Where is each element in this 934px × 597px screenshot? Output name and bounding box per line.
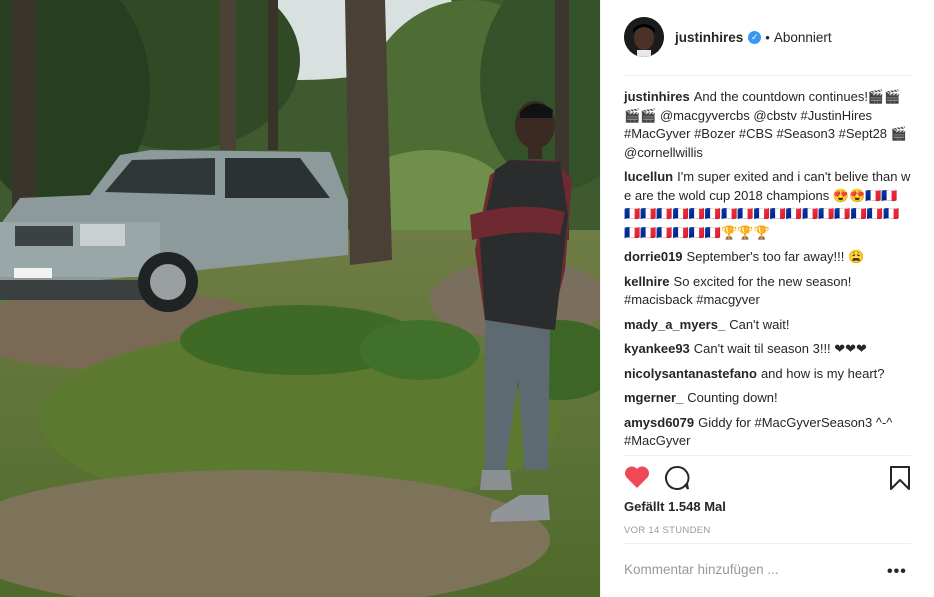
post-header: justinhires ✓ • Abonniert [624, 16, 914, 58]
comment-username[interactable]: justinhires [624, 89, 690, 104]
avatar[interactable] [624, 17, 664, 57]
comment-text: and how is my heart? [760, 365, 885, 381]
comment-username[interactable]: amysd6079 [624, 415, 694, 430]
likes-count[interactable]: Gefällt 1.548 Mal [624, 499, 726, 514]
divider [624, 455, 911, 456]
comment-username[interactable]: lucellun [624, 169, 673, 184]
list-item: lucellun I'm super exited and i can't bel… [624, 168, 912, 242]
comment-text: Can't wait! [729, 316, 790, 332]
list-item: kyankee93 Can't wait til season 3!!! ❤❤❤ [624, 340, 912, 359]
post-actions [624, 464, 912, 492]
comment-username[interactable]: nicolysantanastefano [624, 366, 757, 381]
post-username[interactable]: justinhires [675, 30, 743, 45]
post-photo[interactable] [0, 0, 600, 597]
divider [624, 543, 911, 544]
verified-icon: ✓ [748, 30, 762, 44]
heart-icon[interactable] [624, 465, 650, 494]
comment-input[interactable] [624, 560, 844, 579]
list-item: justinhires And the countdown continues!🎬… [624, 88, 912, 162]
more-options-icon[interactable]: ••• [887, 563, 907, 581]
comment-text: September's too far away!!! 😩 [686, 249, 865, 264]
comments-list: justinhires And the countdown continues!🎬… [624, 88, 912, 457]
comment-username[interactable]: mady_a_myers_ [624, 317, 725, 332]
post-timestamp: VOR 14 STUNDEN [624, 525, 711, 536]
comment-text: Counting down! [687, 390, 778, 405]
comment-username[interactable]: dorrie019 [624, 249, 683, 264]
separator-dot: • [765, 29, 770, 45]
comment-icon[interactable] [664, 465, 690, 496]
comment-username[interactable]: kyankee93 [624, 341, 690, 356]
bookmark-icon[interactable] [889, 465, 911, 496]
comment-text: Can't wait til season 3!!! ❤❤❤ [693, 341, 867, 356]
instagram-post: justinhires ✓ • Abonniert justinhires And… [0, 0, 934, 597]
list-item: dorrie019 September's too far away!!! 😩 [624, 248, 912, 267]
follow-status-button[interactable]: Abonniert [774, 30, 832, 45]
list-item: mgerner_ Counting down! [624, 389, 912, 408]
list-item: nicolysantanastefano and how is my heart? [624, 365, 912, 384]
list-item: amysd6079 Giddy for #MacGyverSeason3 ^-^ … [624, 414, 912, 451]
list-item: kellnire So excited for the new season! #… [624, 273, 912, 310]
divider [624, 75, 911, 76]
comment-username[interactable]: kellnire [624, 274, 670, 289]
comment-username[interactable]: mgerner_ [624, 390, 683, 405]
list-item: mady_a_myers_ Can't wait! [624, 316, 912, 335]
